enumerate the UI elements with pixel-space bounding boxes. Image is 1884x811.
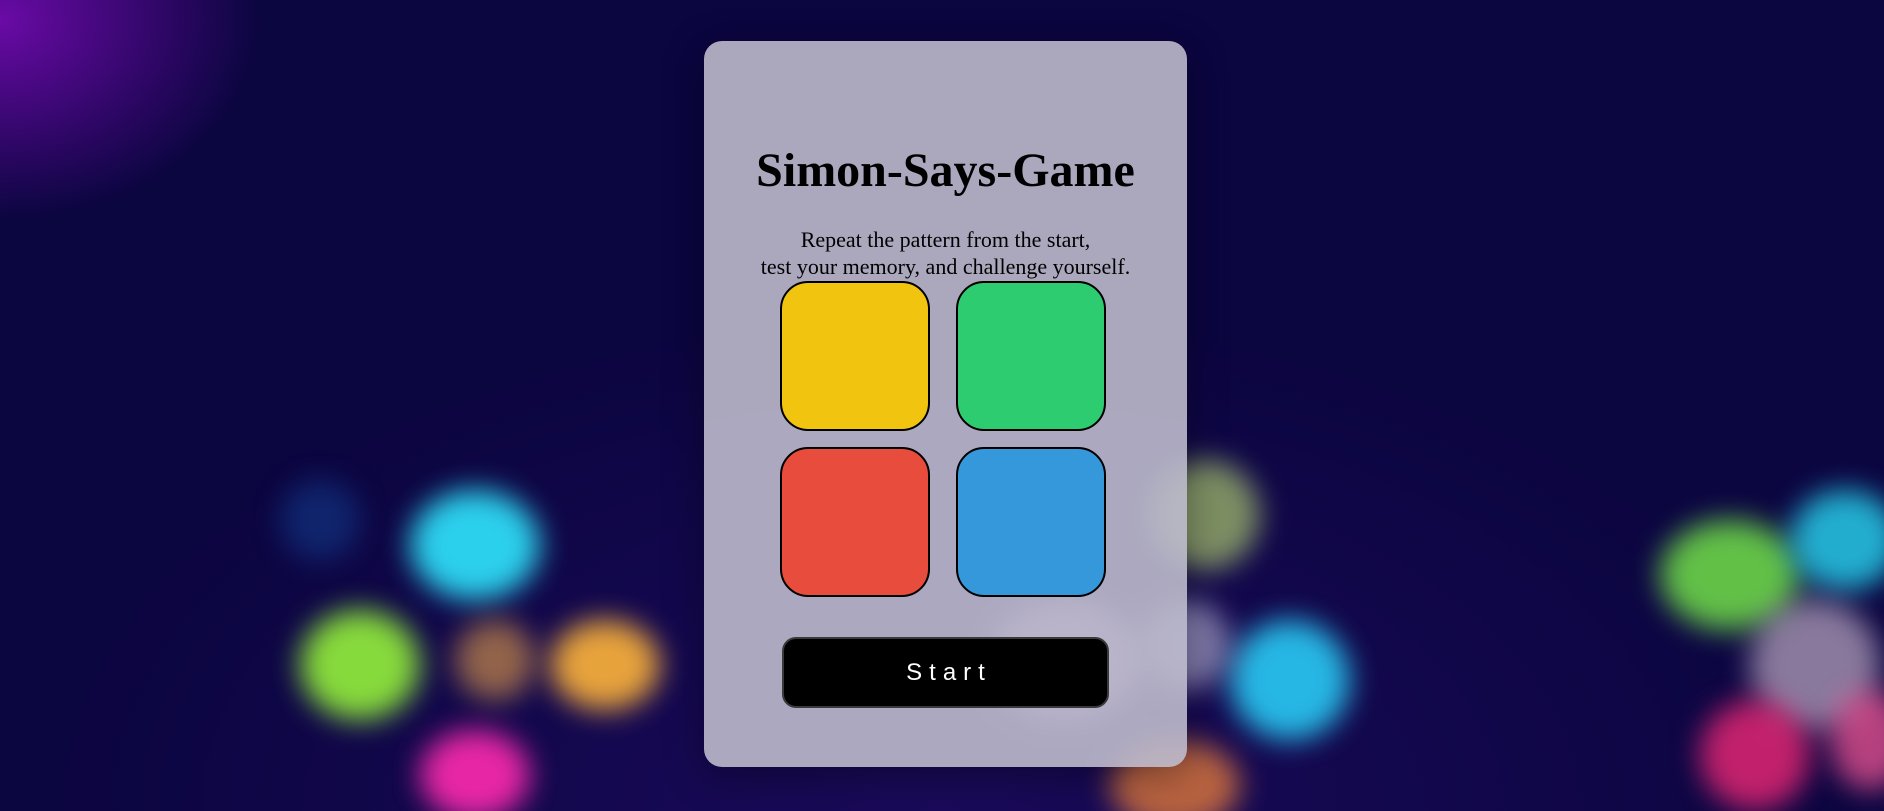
decor-blob: [300, 610, 420, 720]
instructions-line-2: test your memory, and challenge yourself…: [760, 254, 1131, 279]
decor-blob: [1790, 490, 1884, 590]
game-instructions: Repeat the pattern from the start, test …: [704, 226, 1187, 280]
game-card: Simon-Says-Game Repeat the pattern from …: [704, 41, 1187, 767]
decor-blob: [1700, 700, 1810, 810]
decor-blob: [410, 490, 540, 600]
decor-blob: [420, 730, 530, 811]
instructions-line-1: Repeat the pattern from the start,: [800, 227, 1091, 252]
start-button[interactable]: Start: [782, 637, 1109, 708]
green-pad[interactable]: [956, 281, 1106, 431]
blue-pad[interactable]: [956, 447, 1106, 597]
decor-blob: [550, 620, 660, 710]
red-pad[interactable]: [780, 447, 930, 597]
decor-blob: [280, 480, 360, 560]
yellow-pad[interactable]: [780, 281, 930, 431]
decor-blob: [455, 620, 535, 700]
decor-blob: [1230, 620, 1350, 740]
game-title: Simon-Says-Game: [756, 144, 1135, 197]
